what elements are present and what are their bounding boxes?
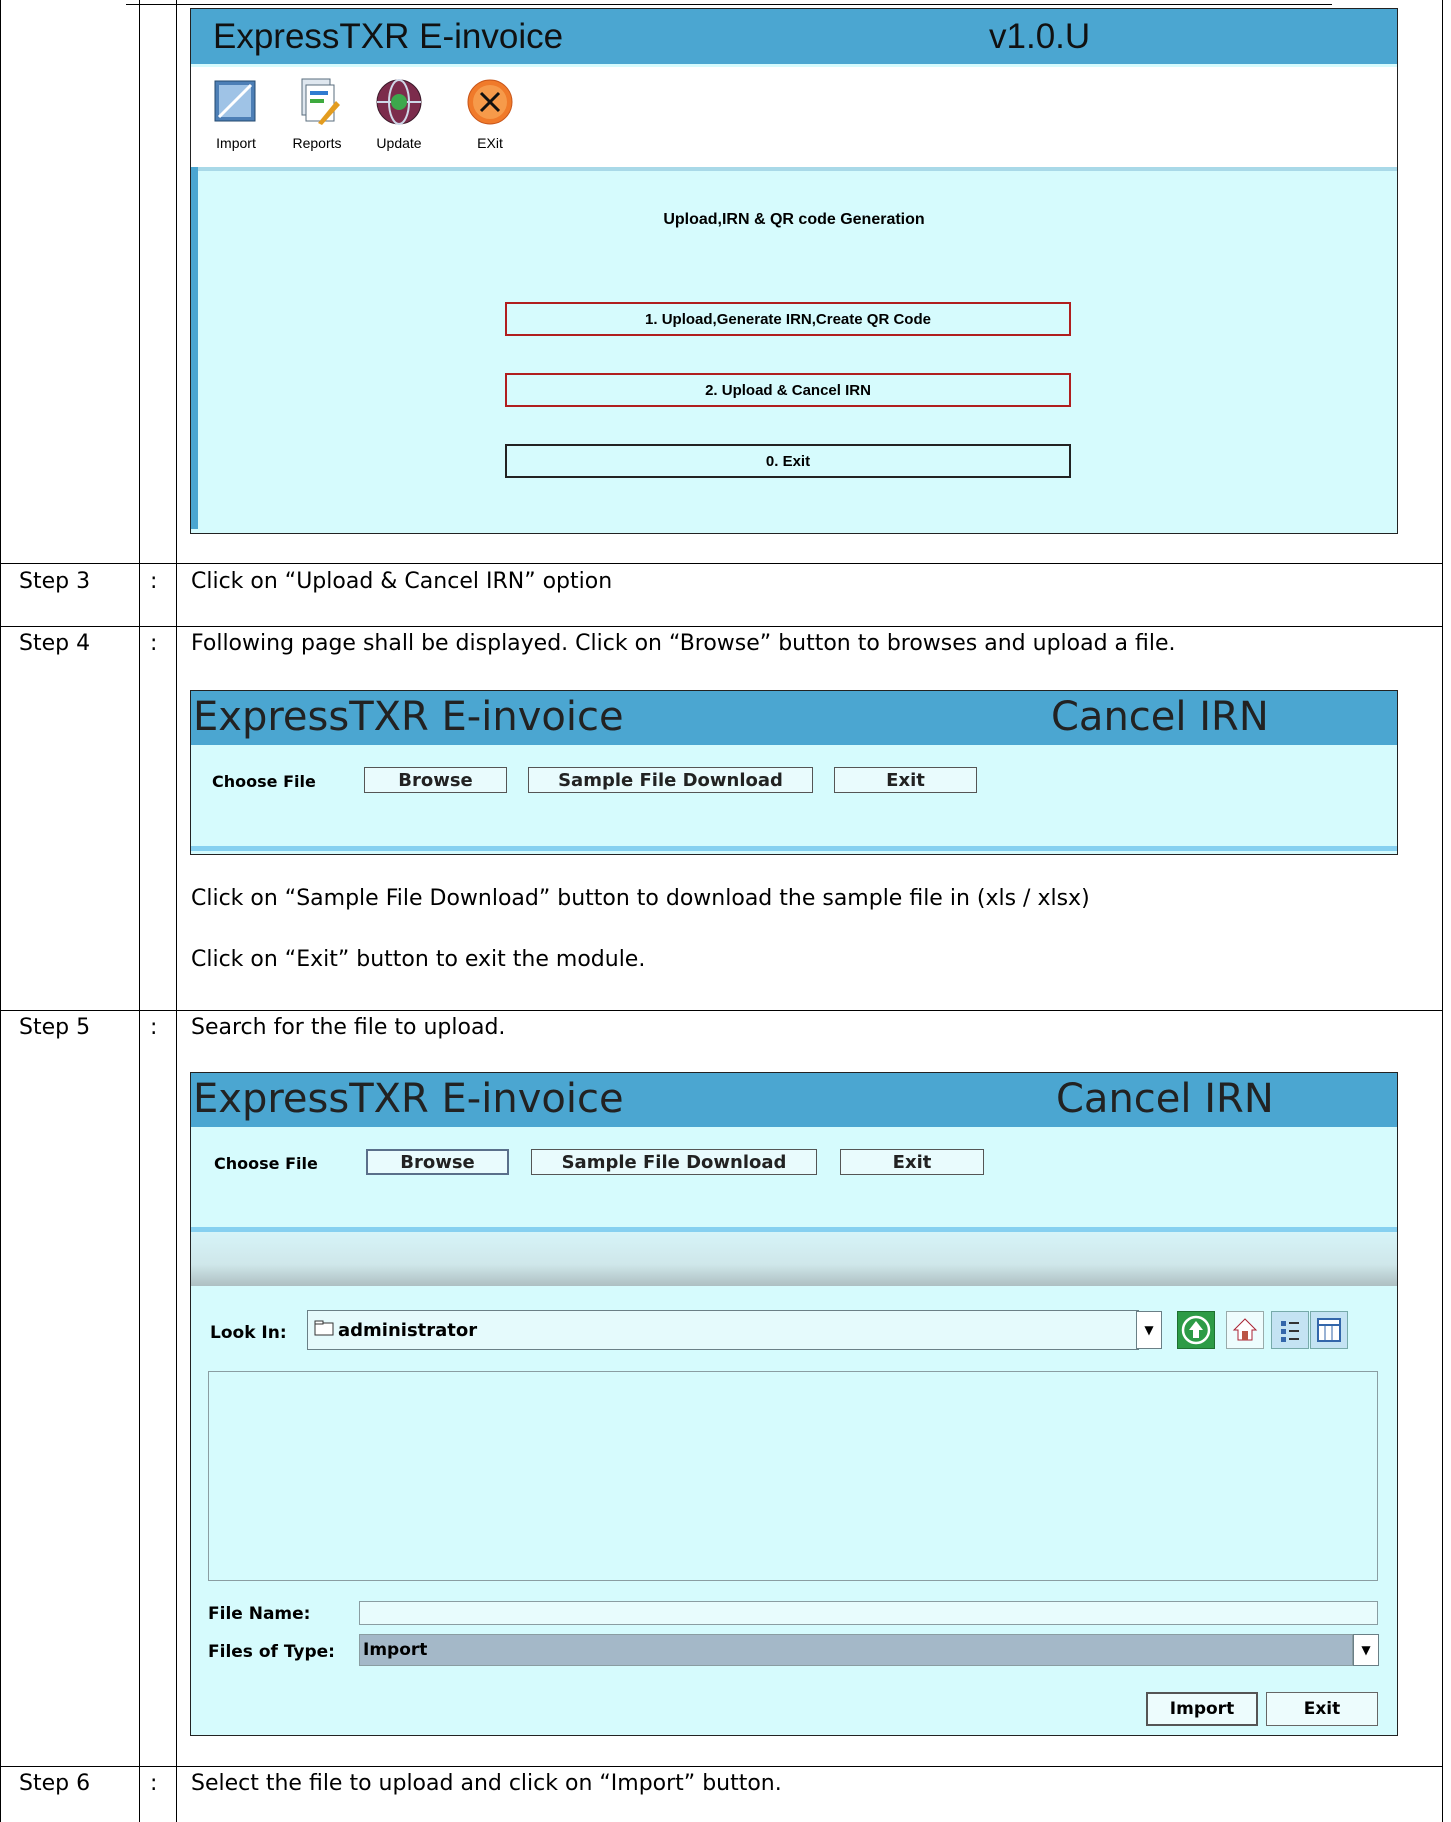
- up-folder-icon[interactable]: [1177, 1311, 1215, 1349]
- app-title: ExpressTXR E-invoice: [193, 694, 624, 740]
- toolbar-import-button[interactable]: Import: [201, 77, 271, 151]
- section-title: Upload,IRN & QR code Generation: [663, 211, 925, 228]
- toolbar-update-button[interactable]: Update: [364, 77, 434, 151]
- table-border-col1: [139, 0, 140, 1822]
- step-colon: :: [150, 1771, 158, 1796]
- toolbar-label: Import: [216, 135, 256, 151]
- step-text: Following page shall be displayed. Click…: [191, 631, 1176, 656]
- module-title: Cancel IRN: [1056, 1076, 1274, 1122]
- step-text: Search for the file to upload.: [191, 1015, 506, 1040]
- browse-button[interactable]: Browse: [366, 1149, 509, 1175]
- table-row-line: [0, 626, 1443, 627]
- step-colon: :: [150, 569, 158, 594]
- toolbar: Import Reports Update EXit: [191, 67, 1397, 171]
- reports-icon: [292, 77, 342, 127]
- step-label: Step 5: [19, 1015, 91, 1040]
- home-icon[interactable]: [1226, 1311, 1264, 1349]
- file-list-pane[interactable]: [208, 1371, 1378, 1581]
- look-in-value: administrator: [338, 1319, 478, 1341]
- toolbar-reports-button[interactable]: Reports: [282, 77, 352, 151]
- chevron-down-icon[interactable]: ▼: [1136, 1311, 1162, 1349]
- files-of-type-value: Import: [363, 1640, 428, 1660]
- title-bar: ExpressTXR E-invoice v1.0.U: [191, 9, 1397, 64]
- app-title: ExpressTXR E-invoice: [193, 1076, 624, 1122]
- module-title: Cancel IRN: [1051, 694, 1269, 740]
- look-in-combo[interactable]: administrator: [307, 1310, 1139, 1350]
- files-of-type-select[interactable]: Import: [359, 1634, 1353, 1666]
- choose-file-label: Choose File: [212, 772, 316, 791]
- list-view-icon[interactable]: [1271, 1311, 1309, 1349]
- table-row-line: [0, 563, 1443, 564]
- files-of-type-label: Files of Type:: [208, 1642, 335, 1662]
- toolbar-label: Update: [376, 135, 422, 151]
- step-colon: :: [150, 631, 158, 656]
- table-border-col2: [176, 0, 177, 1822]
- table-row-line: [0, 1010, 1443, 1011]
- import-icon: [211, 77, 261, 127]
- file-name-input[interactable]: [359, 1601, 1378, 1625]
- cancel-irn-file-dialog-window: ExpressTXR E-invoice Cancel IRN Choose F…: [190, 1072, 1398, 1736]
- table-top-line: [126, 4, 1332, 5]
- step-text: Select the file to upload and click on “…: [191, 1771, 782, 1796]
- bottom-accent-bar: [191, 846, 1397, 851]
- step-label: Step 4: [19, 631, 91, 656]
- table-border-left: [0, 0, 1, 1822]
- table-border-right: [1442, 0, 1443, 1822]
- toolbar-exit-button[interactable]: EXit: [455, 77, 525, 151]
- step-colon: :: [150, 1015, 158, 1040]
- menu-exit-button[interactable]: 0. Exit: [505, 444, 1071, 478]
- table-row-line: [0, 1766, 1443, 1767]
- app-version: v1.0.U: [989, 17, 1091, 56]
- look-in-label: Look In:: [210, 1323, 287, 1343]
- step-note: Click on “Exit” button to exit the modul…: [191, 947, 646, 972]
- app-title: ExpressTXR E-invoice: [213, 17, 564, 56]
- import-button[interactable]: Import: [1146, 1692, 1258, 1726]
- toolbar-label: EXit: [477, 135, 503, 151]
- details-view-icon[interactable]: [1310, 1311, 1348, 1349]
- chevron-down-icon[interactable]: ▼: [1353, 1634, 1379, 1666]
- dialog-header-band: [191, 1232, 1397, 1286]
- step-text: Click on “Upload & Cancel IRN” option: [191, 569, 613, 594]
- exit-button[interactable]: Exit: [834, 767, 977, 793]
- upload-cancel-irn-button[interactable]: 2. Upload & Cancel IRN: [505, 373, 1071, 407]
- sample-file-download-button[interactable]: Sample File Download: [531, 1149, 817, 1175]
- update-globe-icon: [374, 77, 424, 127]
- sample-file-download-button[interactable]: Sample File Download: [528, 767, 813, 793]
- title-bar: ExpressTXR E-invoice Cancel IRN: [191, 1073, 1397, 1127]
- choose-file-label: Choose File: [214, 1154, 318, 1173]
- exit-icon: [465, 77, 515, 127]
- folder-icon: [314, 1320, 334, 1341]
- cancel-irn-window: ExpressTXR E-invoice Cancel IRN Choose F…: [190, 690, 1398, 855]
- step-label: Step 3: [19, 569, 91, 594]
- toolbar-label: Reports: [292, 135, 342, 151]
- exit-button[interactable]: Exit: [840, 1149, 984, 1175]
- dialog-exit-button[interactable]: Exit: [1266, 1692, 1378, 1726]
- upload-generate-irn-button[interactable]: 1. Upload,Generate IRN,Create QR Code: [505, 302, 1071, 336]
- step-note: Click on “Sample File Download” button t…: [191, 886, 1090, 911]
- title-bar: ExpressTXR E-invoice Cancel IRN: [191, 691, 1397, 745]
- file-name-label: File Name:: [208, 1604, 311, 1624]
- browse-button[interactable]: Browse: [364, 767, 507, 793]
- main-menu-window: ExpressTXR E-invoice v1.0.U Import Repor…: [190, 8, 1398, 534]
- step-label: Step 6: [19, 1771, 91, 1796]
